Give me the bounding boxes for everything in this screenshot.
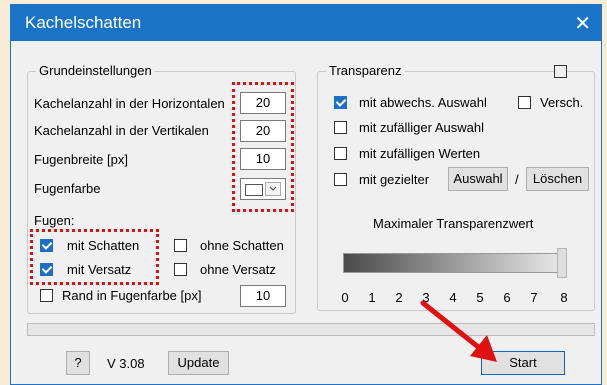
without-shadow-checkbox[interactable] xyxy=(174,239,187,252)
shift-checkbox[interactable] xyxy=(518,96,531,109)
alt-selection-checkbox[interactable] xyxy=(334,96,347,109)
tick-label: 0 xyxy=(341,290,349,305)
version-label: V 3.08 xyxy=(107,356,145,371)
basic-settings-legend: Grundeinstellungen xyxy=(36,63,155,78)
annotation-box-inputs xyxy=(232,82,294,212)
slash-separator: / xyxy=(515,172,519,187)
progress-bar xyxy=(27,323,595,336)
close-icon[interactable]: ✕ xyxy=(574,11,591,36)
joints-label: Fugen: xyxy=(34,213,75,228)
border-color-label: Rand in Fugenfarbe [px] xyxy=(62,288,202,303)
random-selection-checkbox[interactable] xyxy=(334,121,347,134)
tick-label: 1 xyxy=(368,290,376,305)
joint-width-label: Fugenbreite [px] xyxy=(34,152,128,167)
transparency-legend: Transparenz xyxy=(326,63,405,78)
joint-color-label: Fugenfarbe xyxy=(34,181,101,196)
random-selection-label: mit zufälliger Auswahl xyxy=(359,120,484,135)
title-bar: Kachelschatten ✕ xyxy=(11,5,601,41)
delete-button[interactable]: Löschen xyxy=(526,167,589,191)
tick-label: 8 xyxy=(560,290,568,305)
tick-label: 4 xyxy=(449,290,457,305)
without-offset-checkbox[interactable] xyxy=(174,263,187,276)
tick-label: 6 xyxy=(503,290,511,305)
random-values-checkbox[interactable] xyxy=(334,147,347,160)
targeted-label: mit gezielter xyxy=(359,172,430,187)
alt-selection-label: mit abwechs. Auswahl xyxy=(359,95,487,110)
tick-label: 3 xyxy=(422,290,430,305)
tick-label: 5 xyxy=(476,290,484,305)
tick-label: 2 xyxy=(395,290,403,305)
transparency-enable-checkbox[interactable] xyxy=(554,65,567,78)
without-shadow-label: ohne Schatten xyxy=(200,238,284,253)
random-values-label: mit zufälligen Werten xyxy=(359,146,481,161)
border-color-checkbox[interactable] xyxy=(40,289,53,302)
start-button[interactable]: Start xyxy=(481,351,565,375)
targeted-checkbox[interactable] xyxy=(334,173,347,186)
shift-label: Versch. xyxy=(540,95,584,110)
transparency-slider-track[interactable] xyxy=(343,253,567,273)
without-offset-label: ohne Versatz xyxy=(200,262,276,277)
transparency-slider-thumb[interactable] xyxy=(557,248,567,278)
vertical-count-label: Kachelanzahl in der Vertikalen xyxy=(34,123,209,138)
max-transparency-label: Maximaler Transparenzwert xyxy=(373,216,534,231)
annotation-box-checkboxes xyxy=(30,229,159,285)
update-button[interactable]: Update xyxy=(168,351,229,375)
horizontal-count-label: Kachelanzahl in der Horizontalen xyxy=(34,96,225,111)
border-width-input[interactable]: 10 xyxy=(240,285,286,307)
tick-label: 7 xyxy=(530,290,538,305)
window-title: Kachelschatten xyxy=(25,13,142,32)
select-button[interactable]: Auswahl xyxy=(448,167,508,191)
help-button[interactable]: ? xyxy=(66,351,90,375)
